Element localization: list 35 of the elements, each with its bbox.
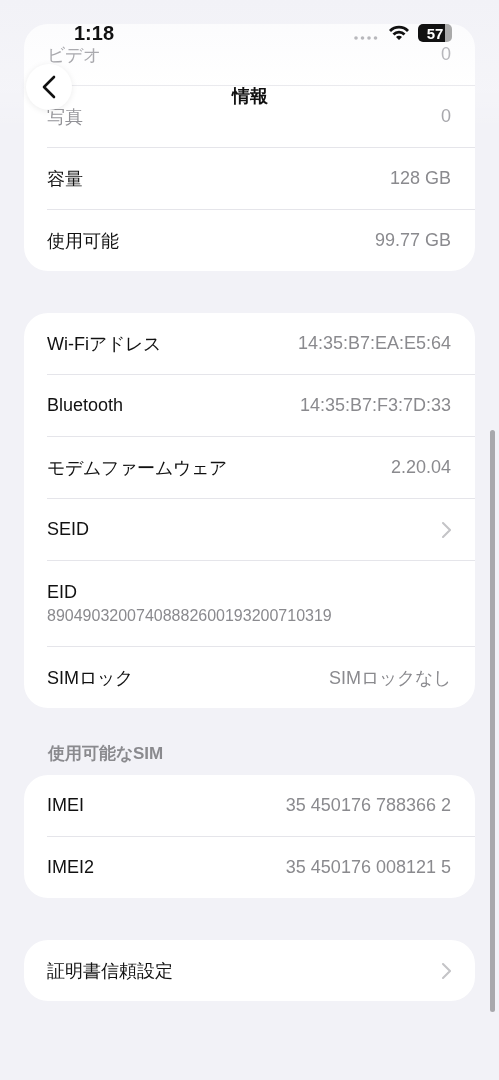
row-label: 写真: [47, 105, 83, 129]
back-icon: [42, 75, 56, 99]
row-label: SEID: [47, 519, 89, 540]
list-item[interactable]: 証明書信頼設定: [47, 940, 475, 1001]
status-time: 1:18: [74, 22, 115, 45]
row-value: 99.77 GB: [374, 230, 451, 251]
signal-icon: [354, 36, 378, 40]
row-value: 35 450176 008121 5: [285, 857, 451, 878]
row-label: 証明書信頼設定: [47, 959, 173, 983]
battery-indicator: 57: [418, 24, 452, 42]
row-label: Bluetooth: [47, 395, 124, 416]
row-value: 14:35:B7:EA:E5:64: [297, 333, 451, 354]
row-value: 2.20.04: [390, 457, 451, 478]
row-value: 0: [441, 106, 451, 127]
row-label: IMEI2: [47, 857, 94, 878]
list-item[interactable]: SEID: [47, 498, 475, 560]
row-value: 89049032007408882600193200710319: [47, 607, 332, 625]
row-value: 14:35:B7:F3:7D:33: [299, 395, 451, 416]
row-value: 0: [441, 44, 451, 65]
row-label: ビデオ: [47, 43, 101, 67]
row-label: モデムファームウェア: [47, 456, 227, 480]
page-title: 情報: [231, 85, 268, 108]
row-label: Wi-Fiアドレス: [47, 332, 161, 356]
row-label: EID: [47, 582, 78, 603]
row-label: 使用可能: [47, 229, 119, 253]
row-value: 128 GB: [389, 168, 451, 189]
row-label: SIMロック: [47, 666, 133, 690]
row-value: SIMロックなし: [329, 666, 451, 690]
section-header: 使用可能なSIM: [48, 743, 165, 765]
row-label: 容量: [47, 167, 83, 191]
row-value: 35 450176 788366 2: [285, 795, 451, 816]
chevron-icon: [442, 521, 451, 538]
wifi-icon: [388, 24, 410, 41]
chevron-icon: [442, 962, 451, 979]
row-label: IMEI: [47, 795, 84, 816]
